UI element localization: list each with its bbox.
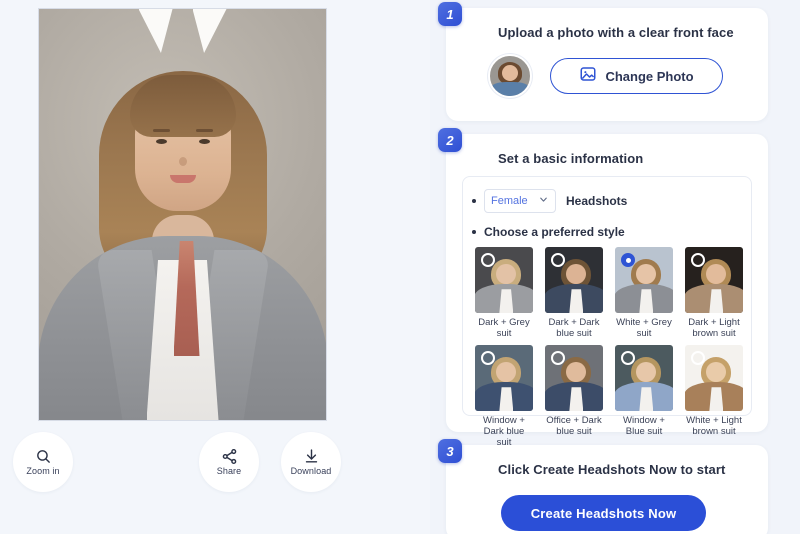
- style-option-radio[interactable]: [481, 253, 495, 267]
- style-option-label: Window + Blue suit: [623, 415, 665, 437]
- style-section-row: Choose a preferred style: [472, 225, 625, 239]
- step-2-badge: 2: [438, 128, 462, 152]
- magnifier-icon: [35, 448, 52, 465]
- download-icon: [303, 448, 320, 465]
- style-option-radio[interactable]: [691, 253, 705, 267]
- style-option-7[interactable]: Window + Blue suit: [615, 345, 673, 448]
- style-option-radio[interactable]: [621, 253, 635, 267]
- step-2-card: 2 Set a basic information Female Headsho…: [438, 128, 768, 448]
- style-option-radio[interactable]: [551, 351, 565, 365]
- download-button[interactable]: Download: [281, 432, 341, 492]
- zoom-in-label: Zoom in: [26, 466, 60, 476]
- style-option-radio[interactable]: [551, 253, 565, 267]
- style-option-5[interactable]: Window + Dark blue suit: [475, 345, 533, 448]
- create-headshots-label: Create Headshots Now: [530, 505, 677, 521]
- change-photo-button[interactable]: Change Photo: [550, 58, 723, 94]
- style-option-thumbnail: [475, 247, 533, 313]
- style-option-6[interactable]: Office + Dark blue suit: [545, 345, 603, 448]
- style-option-4[interactable]: Dark + Light brown suit: [685, 247, 743, 339]
- basic-information-box: Female Headshots Choose a preferred styl…: [462, 176, 752, 448]
- chevron-down-icon: [538, 192, 549, 210]
- style-option-thumbnail: [685, 247, 743, 313]
- create-headshots-button[interactable]: Create Headshots Now: [501, 495, 706, 531]
- style-option-thumbnail: [615, 345, 673, 411]
- style-option-radio[interactable]: [691, 351, 705, 365]
- portrait-graphic: [39, 9, 326, 420]
- style-option-2[interactable]: Dark + Dark blue suit: [545, 247, 603, 339]
- headshot-preview-image: [38, 8, 327, 421]
- step-3-title: Click Create Headshots Now to start: [498, 462, 726, 477]
- share-label: Share: [216, 466, 242, 476]
- style-section-label: Choose a preferred style: [484, 225, 625, 239]
- bullet-icon: [472, 199, 476, 203]
- style-option-label: White + Grey suit: [616, 317, 672, 339]
- style-option-radio[interactable]: [621, 351, 635, 365]
- preview-panel: Zoom in Share Download: [0, 0, 430, 534]
- step-1-card: 1 Upload a photo with a clear front face…: [438, 2, 768, 121]
- preview-toolbar: Zoom in Share Download: [0, 432, 430, 502]
- style-option-label: Dark + Light brown suit: [688, 317, 740, 339]
- steps-panel: 1 Upload a photo with a clear front face…: [430, 0, 800, 534]
- style-option-label: Dark + Dark blue suit: [548, 317, 600, 339]
- style-option-8[interactable]: White + Light brown suit: [685, 345, 743, 448]
- style-option-thumbnail: [545, 345, 603, 411]
- style-option-1[interactable]: Dark + Grey suit: [475, 247, 533, 339]
- style-option-label: White + Light brown suit: [686, 415, 742, 437]
- style-option-radio[interactable]: [481, 351, 495, 365]
- style-option-label: Office + Dark blue suit: [546, 415, 602, 437]
- step-2-title: Set a basic information: [498, 151, 644, 166]
- gender-select-value: Female: [491, 195, 528, 207]
- uploaded-photo-avatar[interactable]: [488, 54, 532, 98]
- change-photo-label: Change Photo: [605, 68, 694, 84]
- step-3-badge: 3: [438, 439, 462, 463]
- gender-row: Female Headshots: [472, 189, 627, 213]
- image-icon: [579, 65, 597, 88]
- gender-select[interactable]: Female: [484, 189, 556, 213]
- style-option-thumbnail: [545, 247, 603, 313]
- style-option-label: Window + Dark blue suit: [483, 415, 525, 448]
- zoom-in-button[interactable]: Zoom in: [13, 432, 73, 492]
- style-grid: Dark + Grey suit Dark + Dark blue suit Whi…: [475, 247, 743, 448]
- step-1-title: Upload a photo with a clear front face: [498, 25, 734, 40]
- step-3-card: 3 Click Create Headshots Now to start Cr…: [438, 439, 768, 534]
- headshots-label: Headshots: [566, 194, 628, 208]
- style-option-thumbnail: [685, 345, 743, 411]
- share-icon: [221, 448, 238, 465]
- step-1-badge: 1: [438, 2, 462, 26]
- style-option-thumbnail: [615, 247, 673, 313]
- bullet-icon: [472, 230, 476, 234]
- share-button[interactable]: Share: [199, 432, 259, 492]
- style-option-label: Dark + Grey suit: [478, 317, 530, 339]
- style-option-thumbnail: [475, 345, 533, 411]
- download-label: Download: [290, 466, 332, 476]
- style-option-3[interactable]: White + Grey suit: [615, 247, 673, 339]
